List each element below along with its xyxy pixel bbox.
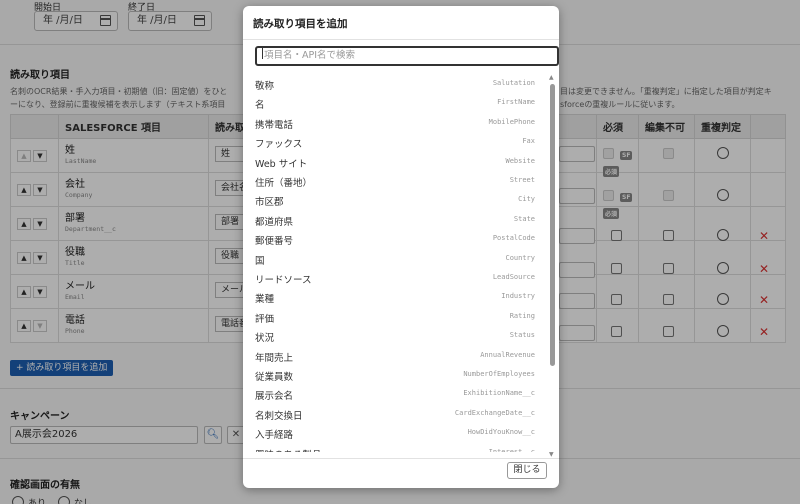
list-item-label: 年間売上 xyxy=(255,352,294,364)
list-item[interactable]: 年間売上 AnnualRevenue xyxy=(255,346,537,365)
list-item-label: 従業員数 xyxy=(255,372,294,383)
list-item[interactable]: ファックス Fax xyxy=(255,132,537,151)
list-item-api: City xyxy=(518,195,535,204)
list-item[interactable]: 携帯電話 MobilePhone xyxy=(255,113,537,132)
list-item-api: Status xyxy=(509,331,535,340)
list-item-api: CardExchangeDate__c xyxy=(454,408,535,417)
list-item-api: MobilePhone xyxy=(488,117,535,126)
list-item[interactable]: 従業員数 NumberOfEmployees xyxy=(255,365,537,384)
list-item[interactable]: 興味のある製品 Interest__c xyxy=(255,443,537,452)
list-item-api: Country xyxy=(505,253,535,262)
list-item-api: ExhibitionName__c xyxy=(463,389,535,398)
list-item-api: AnnualRevenue xyxy=(480,350,535,359)
list-item[interactable]: 業種 Industry xyxy=(255,287,537,306)
list-item-label: ファックス xyxy=(255,139,303,151)
list-item-label: Web サイト xyxy=(255,158,308,170)
list-item-label: 都道府県 xyxy=(255,216,294,228)
list-item[interactable]: 市区郡 City xyxy=(255,190,537,209)
search-placeholder: 項目名・API名で検索 xyxy=(264,50,356,61)
list-item-label: 敬称 xyxy=(255,81,275,92)
list-item[interactable]: 敬称 Salutation xyxy=(255,74,537,93)
list-item[interactable]: 都道府県 State xyxy=(255,210,537,229)
list-item[interactable]: 名 FirstName xyxy=(255,93,537,112)
list-item-api: Street xyxy=(509,176,535,184)
list-item[interactable]: 住所（番地） Street xyxy=(255,171,537,190)
list-item[interactable]: 評価 Rating xyxy=(255,307,537,326)
field-list: 敬称 Salutation 名 FirstName 携帯電話 MobilePhone ファッ… xyxy=(255,74,537,452)
list-item-label: 評価 xyxy=(255,313,275,325)
list-item-api: Rating xyxy=(509,311,535,320)
modal-title: 読み取り項目を追加 xyxy=(253,18,348,30)
scroll-down-icon[interactable]: ▼ xyxy=(549,451,554,458)
list-item[interactable]: 国 Country xyxy=(255,249,537,268)
list-item[interactable]: 状況 Status xyxy=(255,326,537,345)
list-item-label: 住所（番地） xyxy=(255,178,313,189)
list-item-label: 国 xyxy=(255,255,265,267)
list-item-api: PostalCode xyxy=(492,234,535,243)
list-item-api: Interest__c xyxy=(488,447,535,452)
list-item-api: HowDidYouKnow__c xyxy=(467,428,535,437)
list-item-api: Salutation xyxy=(492,79,535,87)
list-item[interactable]: 入手経路 HowDidYouKnow__c xyxy=(255,423,537,442)
list-item-api: FirstName xyxy=(497,98,535,107)
list-item[interactable]: 名刺交換日 CardExchangeDate__c xyxy=(255,404,537,423)
search-input[interactable]: 項目名・API名で検索 xyxy=(255,46,559,66)
list-item-label: 興味のある製品 xyxy=(255,447,322,452)
list-item-api: Fax xyxy=(522,137,535,146)
list-item-api: Website xyxy=(505,156,535,165)
list-item-label: 展示会名 xyxy=(255,391,294,403)
list-item-label: 業種 xyxy=(255,294,275,306)
list-item-api: State xyxy=(513,214,535,223)
scrollbar[interactable]: ▲ ▼ xyxy=(549,74,557,458)
list-item[interactable]: Web サイト Website xyxy=(255,152,537,171)
divider xyxy=(243,458,559,459)
list-item[interactable]: 展示会名 ExhibitionName__c xyxy=(255,384,537,403)
list-item-label: 市区郡 xyxy=(255,197,284,209)
list-item-label: 名刺交換日 xyxy=(255,410,303,422)
divider xyxy=(243,39,559,40)
text-caret xyxy=(262,48,263,59)
close-button[interactable]: 閉じる xyxy=(507,462,547,479)
list-item-api: Industry xyxy=(501,292,535,301)
add-field-modal: 読み取り項目を追加 項目名・API名で検索 敬称 Salutation 名 First… xyxy=(243,6,559,488)
list-item[interactable]: リードソース LeadSource xyxy=(255,268,537,287)
list-item[interactable]: 郵便番号 PostalCode xyxy=(255,229,537,248)
list-item-label: リードソース xyxy=(255,275,312,286)
list-item-api: LeadSource xyxy=(492,273,535,281)
list-item-label: 名 xyxy=(255,100,265,112)
scroll-up-icon[interactable]: ▲ xyxy=(549,74,554,81)
list-item-label: 携帯電話 xyxy=(255,119,294,131)
scrollbar-thumb[interactable] xyxy=(550,84,555,366)
list-item-api: NumberOfEmployees xyxy=(463,370,535,378)
list-item-label: 郵便番号 xyxy=(255,236,294,248)
list-item-label: 状況 xyxy=(255,333,275,345)
list-item-label: 入手経路 xyxy=(255,430,294,442)
